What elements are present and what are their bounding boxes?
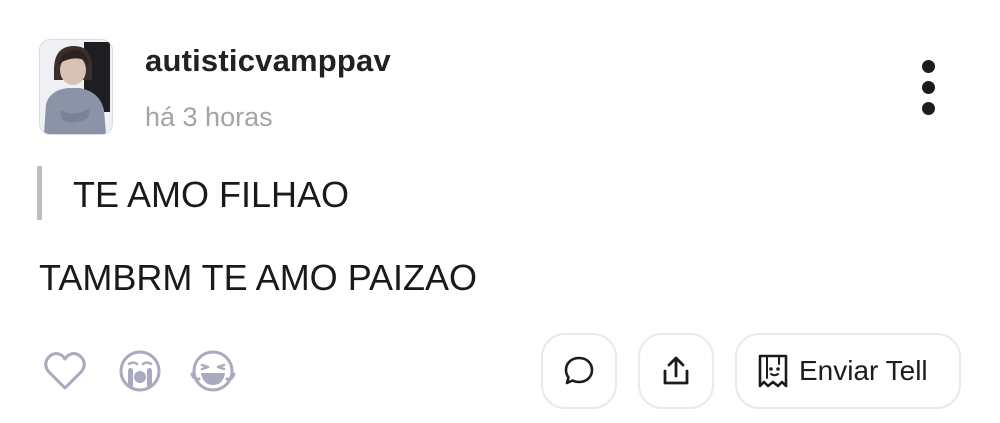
comment-button[interactable] <box>541 333 617 409</box>
quoted-message: TE AMO FILHAO <box>73 174 350 215</box>
share-button[interactable] <box>638 333 714 409</box>
avatar[interactable] <box>40 40 112 134</box>
send-tell-button[interactable]: Enviar Tell <box>735 333 961 409</box>
reply-message: TAMBRM TE AMO PAIZAO <box>39 257 478 298</box>
tell-ghost-icon <box>758 354 788 388</box>
speech-bubble-icon <box>564 356 594 385</box>
username[interactable]: autisticvamppav <box>145 43 391 79</box>
post-timestamp: há 3 horas <box>145 102 273 132</box>
crying-face-icon[interactable] <box>117 348 163 394</box>
send-tell-label: Enviar Tell <box>799 355 928 386</box>
share-upload-icon <box>663 356 689 385</box>
like-heart-icon[interactable] <box>42 348 88 394</box>
more-options-kebab-icon[interactable] <box>914 58 944 118</box>
avatar-photo <box>40 40 112 134</box>
quote-bar <box>37 166 42 220</box>
laughing-face-icon[interactable] <box>190 348 236 394</box>
